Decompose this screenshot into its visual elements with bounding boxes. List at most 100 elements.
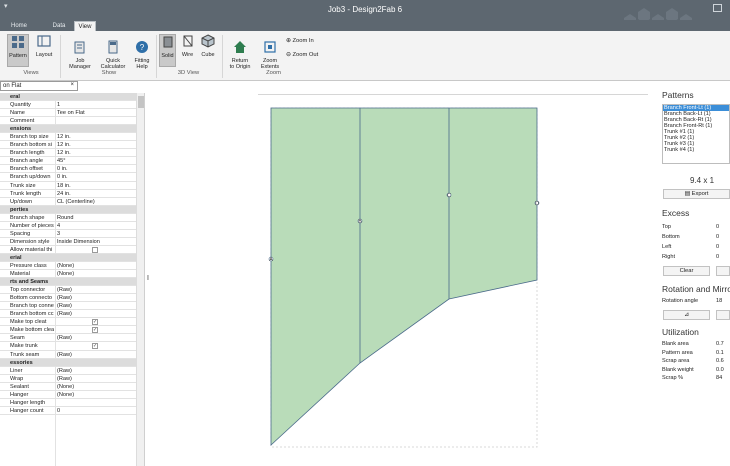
property-row[interactable]: Up/down CL (Centerline) [0, 198, 144, 206]
object-selector[interactable]: on Flat × [0, 81, 78, 91]
property-row[interactable]: Hanger length [0, 399, 144, 407]
pattern-view-button[interactable]: Pattern [7, 34, 29, 67]
property-value[interactable]: Inside Dimension [57, 238, 135, 245]
excess-value[interactable]: 0 [716, 254, 719, 260]
property-row[interactable]: Wrap (Raw) [0, 375, 144, 383]
property-value[interactable]: 24 in. [57, 190, 135, 197]
property-value[interactable]: 12 in. [57, 149, 135, 156]
pattern-shape[interactable] [270, 107, 538, 446]
property-value[interactable]: (Raw) [57, 310, 135, 317]
property-row[interactable]: Make bottom clea ✓ [0, 326, 144, 335]
property-row[interactable]: Bottom connecto (Raw) [0, 294, 144, 303]
property-row[interactable]: Comment [0, 117, 144, 126]
property-row[interactable]: Allow material thi [0, 246, 144, 254]
pattern-drawing[interactable]: A B C D [258, 95, 648, 466]
property-value[interactable]: 0 [57, 407, 135, 414]
property-value[interactable]: 45° [57, 157, 135, 164]
pattern-list-item[interactable]: Trunk #4 (1) [663, 147, 729, 153]
property-value[interactable]: 1 [57, 101, 135, 108]
solid-view-button[interactable]: Solid [159, 34, 176, 67]
property-value[interactable]: (Raw) [57, 334, 135, 341]
property-value[interactable]: Round [57, 214, 135, 221]
property-checkbox[interactable]: ✓ [92, 343, 98, 350]
tab-home[interactable]: Home [4, 21, 34, 31]
property-checkbox[interactable] [92, 246, 98, 253]
property-row[interactable]: Branch top conne (Raw) [0, 302, 144, 311]
property-row[interactable]: Seam (Raw) [0, 334, 144, 343]
close-icon[interactable]: × [70, 82, 74, 88]
property-category[interactable]: essories [0, 358, 144, 367]
property-value[interactable]: (Raw) [57, 302, 135, 309]
property-value[interactable]: (Raw) [57, 351, 135, 358]
property-row[interactable]: Hanger (None) [0, 391, 144, 399]
property-row[interactable]: Trunk size 18 in. [0, 182, 144, 190]
cube-view-button[interactable]: Cube [199, 34, 217, 58]
property-checkbox[interactable]: ✓ [92, 327, 98, 334]
property-row[interactable]: Material (None) [0, 270, 144, 279]
property-scrollbar[interactable] [136, 93, 144, 466]
excess-apply-button[interactable] [716, 266, 730, 276]
property-value[interactable]: CL (Centerline) [57, 198, 135, 205]
property-value[interactable]: 0 in. [57, 173, 135, 180]
restore-window-icon[interactable] [713, 4, 722, 12]
export-button[interactable]: ▤ Export [663, 189, 730, 199]
property-row[interactable]: Trunk length 24 in. [0, 190, 144, 198]
property-row[interactable]: Sealant (None) [0, 383, 144, 391]
property-row[interactable]: Branch bottom si 12 in. [0, 141, 144, 150]
property-value[interactable]: (Raw) [57, 286, 135, 293]
property-row[interactable]: Trunk seam (Raw) [0, 351, 144, 359]
property-value[interactable]: (Raw) [57, 367, 135, 374]
property-row[interactable]: Hanger count 0 [0, 407, 144, 415]
property-row[interactable]: Branch up/down 0 in. [0, 173, 144, 182]
property-row[interactable]: Number of pieces 4 [0, 222, 144, 230]
tab-data[interactable]: Data [48, 21, 70, 31]
rotation-angle-value[interactable]: 18 [716, 298, 722, 304]
patterns-list[interactable]: Branch Front-Lt (1) Branch Back-Lt (1) Bra… [662, 104, 730, 164]
property-row[interactable]: Branch offset 0 in. [0, 165, 144, 174]
property-category[interactable]: ensions [0, 125, 144, 134]
property-category[interactable]: rts and Seams [0, 278, 144, 287]
property-value[interactable]: Tee on Flat [57, 109, 135, 116]
property-value[interactable]: 0 in. [57, 165, 135, 172]
excess-value[interactable]: 0 [716, 234, 719, 240]
zoom-out-button[interactable]: ⊖ Zoom Out [286, 52, 318, 58]
property-row[interactable]: Make top cleat ✓ [0, 318, 144, 327]
scrollbar-thumb[interactable] [138, 96, 144, 108]
zoom-in-button[interactable]: ⊕ Zoom In [286, 38, 314, 44]
property-row[interactable]: Name Tee on Flat [0, 109, 144, 118]
property-row[interactable]: Dimension style Inside Dimension [0, 238, 144, 246]
property-value[interactable]: 18 in. [57, 182, 135, 189]
layout-view-button[interactable]: Layout [33, 34, 55, 58]
property-value[interactable]: 3 [57, 230, 135, 237]
property-category[interactable]: perties [0, 205, 144, 214]
property-value[interactable]: (None) [57, 383, 135, 390]
property-value[interactable]: (Raw) [57, 375, 135, 382]
property-checkbox[interactable]: ✓ [92, 319, 98, 326]
rotate-button[interactable]: ⊿ [663, 310, 710, 320]
property-value[interactable]: (Raw) [57, 294, 135, 301]
property-row[interactable]: Branch top size 12 in. [0, 133, 144, 142]
property-row[interactable]: Branch angle 45° [0, 157, 144, 166]
property-row[interactable]: Pressure class (None) [0, 262, 144, 271]
property-value[interactable]: 4 [57, 222, 135, 229]
wire-view-button[interactable]: Wire [179, 34, 196, 58]
property-value[interactable]: (None) [57, 262, 135, 269]
property-row[interactable]: Spacing 3 [0, 230, 144, 238]
mirror-button[interactable] [716, 310, 730, 320]
property-row[interactable]: Branch length 12 in. [0, 149, 144, 158]
property-row[interactable]: Liner (Raw) [0, 367, 144, 375]
excess-value[interactable]: 0 [716, 224, 719, 230]
property-value[interactable]: (None) [57, 270, 135, 277]
clear-button[interactable]: Clear [663, 266, 710, 276]
property-row[interactable]: Top connector (Raw) [0, 286, 144, 295]
excess-value[interactable]: 0 [716, 244, 719, 250]
property-category[interactable]: erial [0, 253, 144, 262]
property-row[interactable]: Make trunk ✓ [0, 342, 144, 351]
pattern-canvas[interactable]: A B C D [258, 94, 648, 466]
property-value[interactable]: 12 in. [57, 133, 135, 140]
property-category[interactable]: eral [0, 93, 144, 102]
property-row[interactable]: Branch bottom cc (Raw) [0, 310, 144, 319]
tab-view[interactable]: View [74, 21, 96, 31]
property-row[interactable]: Quantity 1 [0, 101, 144, 110]
property-row[interactable]: Branch shape Round [0, 214, 144, 222]
